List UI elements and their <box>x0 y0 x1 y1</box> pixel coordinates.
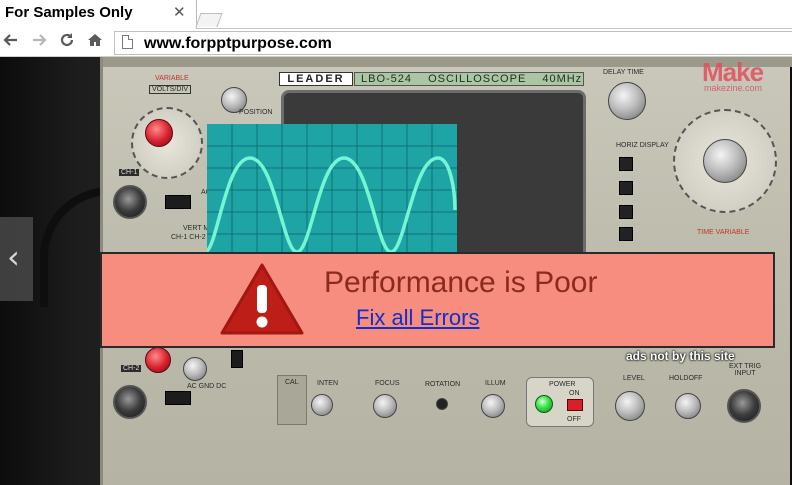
tab-title: For Samples Only <box>5 4 133 21</box>
illum-knob <box>481 394 505 418</box>
power-switch <box>567 399 583 411</box>
inv-switch <box>231 350 243 368</box>
crt-screen <box>207 124 457 256</box>
holdoff-knob <box>675 393 701 419</box>
inten-knob <box>311 394 333 416</box>
ch1-input-connector <box>113 185 147 219</box>
fix-errors-link[interactable]: Fix all Errors <box>356 305 479 331</box>
cal-label: CAL <box>285 379 299 386</box>
forward-arrow-icon[interactable] <box>28 31 50 53</box>
illum-label: ILLUM <box>485 380 506 387</box>
power-indicator-lamp <box>535 395 553 413</box>
power-off-label: OFF <box>567 416 581 423</box>
horiz-btn-trig <box>619 205 633 219</box>
level-knob <box>615 391 645 421</box>
close-tab-icon[interactable]: ✕ <box>173 3 186 21</box>
new-tab-button[interactable] <box>195 13 223 27</box>
coupling-switch-ch2 <box>165 391 191 405</box>
variable-label: VARIABLE <box>155 75 189 82</box>
ac-gnd-dc-label-ch2: AC GND DC <box>187 383 227 390</box>
url-text: www.forpptpurpose.com <box>144 35 332 52</box>
model-plate: LBO-524 OSCILLOSCOPE 40MHz <box>354 72 584 86</box>
power-on-label: ON <box>569 390 580 397</box>
scope-top-strip <box>103 57 792 67</box>
page-icon <box>122 35 133 49</box>
reload-icon[interactable] <box>56 31 78 53</box>
ch2-label: CH-2 <box>121 365 142 372</box>
inten-label: INTEN <box>317 380 338 387</box>
sine-trace <box>207 156 457 254</box>
ext-trig-label: EXT TRIG INPUT <box>728 363 762 377</box>
time-variable-label: TIME VARIABLE <box>697 229 750 236</box>
holdoff-label: HOLDOFF <box>669 375 703 382</box>
browser-toolbar: www.forpptpurpose.com <box>0 29 792 57</box>
ch2-input-connector <box>113 385 147 419</box>
horiz-btn-a <box>619 157 633 171</box>
home-icon[interactable] <box>84 31 106 53</box>
horiz-btn-after <box>619 227 633 241</box>
address-bar[interactable]: www.forpptpurpose.com <box>114 31 792 55</box>
position-knob-ch2 <box>183 357 207 381</box>
make-watermark-sub: makezine.com <box>704 83 763 93</box>
banner-title: Performance is Poor <box>324 266 598 299</box>
chevron-left-icon: ‹ <box>7 238 20 276</box>
time-div-knob <box>703 139 747 183</box>
power-panel: POWER ON OFF <box>526 377 594 427</box>
level-label: LEVEL <box>623 375 645 382</box>
tab-strip: For Samples Only ✕ <box>0 0 792 29</box>
variable-knob-ch1 <box>145 119 173 147</box>
coupling-switch-ch1 <box>165 195 191 209</box>
previous-slide-button[interactable]: ‹ <box>0 217 33 301</box>
page-viewport: VARIABLE VOLTS/DIV POSITION CH-1 AC GND … <box>0 57 792 485</box>
focus-label: FOCUS <box>375 380 400 387</box>
warning-triangle-icon <box>220 263 304 335</box>
back-arrow-icon[interactable] <box>0 31 22 53</box>
focus-knob <box>373 394 397 418</box>
variable-knob-ch2 <box>145 347 171 373</box>
volts-div-label: VOLTS/DIV <box>149 85 192 94</box>
brand-plate: LEADER <box>279 72 353 86</box>
horiz-display-label: HORIZ DISPLAY <box>616 142 669 149</box>
ads-disclaimer: ads not by this site <box>626 349 735 363</box>
ch1-label: CH-1 <box>119 169 140 176</box>
rotation-label: ROTATION <box>425 381 461 388</box>
delay-time-label: DELAY TIME <box>603 69 644 76</box>
power-label: POWER <box>549 381 576 388</box>
warning-banner[interactable]: Performance is Poor Fix all Errors <box>100 252 775 348</box>
waveform-display <box>207 124 457 256</box>
delay-time-knob <box>608 82 646 120</box>
rotation-adjust <box>436 398 448 410</box>
ext-trig-connector <box>727 389 761 423</box>
browser-tab[interactable]: For Samples Only ✕ <box>0 0 197 29</box>
horiz-btn-inten <box>619 181 633 195</box>
position-label: POSITION <box>239 109 273 116</box>
